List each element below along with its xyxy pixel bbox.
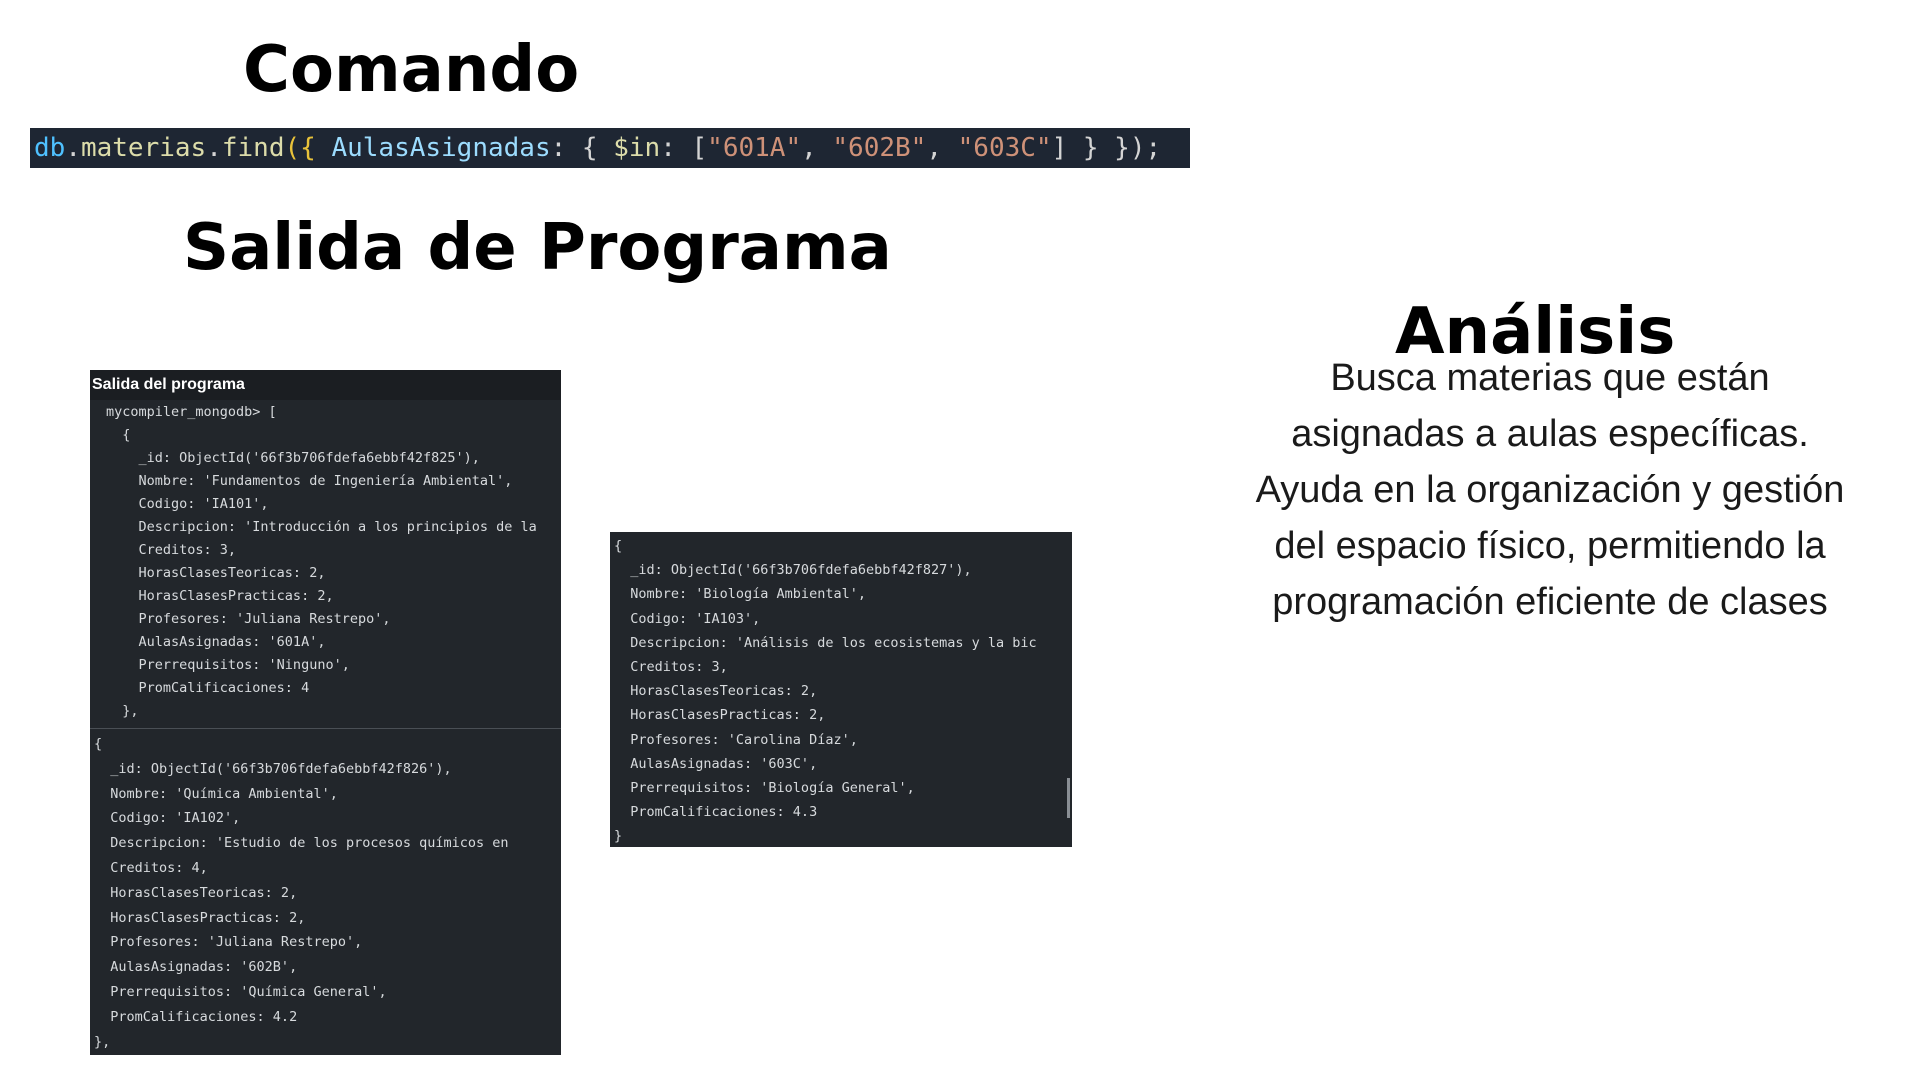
analysis-line: del espacio físico, permitiendo la	[1274, 525, 1826, 567]
code-dot-token: .	[65, 133, 81, 163]
code-value-token: "603C"	[957, 133, 1052, 163]
output-heading: Salida de Programa	[183, 211, 892, 285]
analysis-line: asignadas a aulas específicas.	[1291, 413, 1809, 455]
output-panel-first-document: Salida del programa mycompiler_mongodb> …	[90, 370, 561, 728]
analysis-line: Ayuda en la organización y gestión	[1255, 469, 1845, 511]
command-heading: Comando	[243, 33, 580, 107]
code-colon-token: : [	[660, 133, 708, 163]
code-db-token: db	[34, 133, 66, 163]
code-collection-token: materias	[80, 133, 207, 163]
code-field-token: AulasAsignadas	[331, 133, 551, 163]
output-document-2: { _id: ObjectId('66f3b706fdefa6ebbf42f82…	[94, 736, 509, 1050]
code-open-token: ({	[284, 133, 332, 163]
code-colon-token: : {	[550, 133, 614, 163]
output-panel-title: Salida del programa	[90, 370, 561, 400]
analysis-paragraph: Busca materias que están asignadas a aul…	[1220, 350, 1880, 630]
output-document-1: mycompiler_mongodb> [ { _id: ObjectId('6…	[106, 404, 537, 719]
code-separator-token: ,	[926, 133, 958, 163]
analysis-line: Busca materias que están	[1330, 357, 1770, 399]
output-panel-third-document: { _id: ObjectId('66f3b706fdefa6ebbf42f82…	[610, 532, 1072, 847]
code-operator-token: $in	[613, 133, 661, 163]
code-close-token: ] } });	[1051, 133, 1162, 163]
scrollbar-thumb[interactable]	[1067, 778, 1070, 818]
command-code-block: db.materias.find({ AulasAsignadas: { $in…	[30, 128, 1190, 168]
output-panel-second-document: { _id: ObjectId('66f3b706fdefa6ebbf42f82…	[90, 728, 561, 1055]
slide: Comando db.materias.find({ AulasAsignada…	[0, 0, 1920, 1080]
code-separator-token: ,	[801, 133, 833, 163]
analysis-line: programación eficiente de clases	[1272, 581, 1828, 623]
code-value-token: "602B"	[832, 133, 927, 163]
code-value-token: "601A"	[707, 133, 802, 163]
code-dot-token: .	[206, 133, 222, 163]
output-document-3: { _id: ObjectId('66f3b706fdefa6ebbf42f82…	[614, 538, 1037, 845]
code-method-token: find	[221, 133, 285, 163]
